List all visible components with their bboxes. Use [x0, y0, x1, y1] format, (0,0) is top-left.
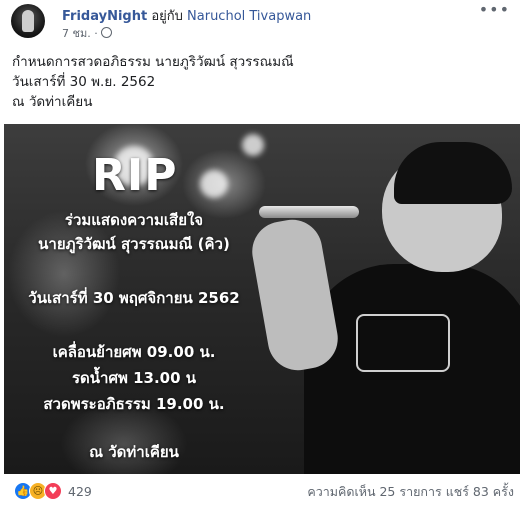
singer-hair	[394, 142, 512, 204]
event-line: รดน้ำศพ 13.00 น	[71, 369, 197, 387]
event-line: สวดพระอภิธรรม 19.00 น.	[43, 395, 225, 413]
reaction-summary[interactable]: 👍 ☹ ♥ 429	[14, 480, 92, 502]
shares-count-link[interactable]: แชร์ 83 ครั้ง	[446, 484, 514, 499]
tagged-person-link[interactable]: Naruchol Tivapwan	[187, 9, 311, 24]
reaction-count: 429	[68, 483, 92, 499]
engagement-stats: ความคิดเห็น 25 รายการ แชร์ 83 ครั้ง	[307, 482, 514, 502]
post-timestamp[interactable]: 7 ชม. ·	[62, 27, 98, 40]
love-icon: ♥	[44, 482, 62, 500]
condolence-line: ร่วมแสดงความเสียใจ	[64, 211, 204, 229]
post-meta: 7 ชม. ·	[62, 24, 112, 42]
post-text: กำหนดการสวดอภิธรรม นายภูริวัฒน์ สุวรรณมณ…	[12, 52, 294, 112]
with-text: อยู่กับ	[151, 9, 183, 24]
deceased-name: นายภูริวัฒน์ สุวรรณมณี (คิว)	[38, 235, 230, 253]
event-line: เคลื่อนย้ายศพ 09.00 น.	[52, 343, 216, 361]
post-text-line: วันเสาร์ที่ 30 พ.ย. 2562	[12, 74, 156, 90]
post-header: FridayNight อยู่กับ Naruchol Tivapwan 7 …	[8, 0, 516, 42]
memorial-place: ณ วัดท่าเคียน	[89, 443, 179, 461]
page-name-link[interactable]: FridayNight	[62, 9, 147, 24]
post-photo[interactable]: RIP ร่วมแสดงความเสียใจ นายภูริวัฒน์ สุวร…	[4, 124, 520, 474]
globe-icon	[100, 27, 112, 38]
memorial-date: วันเสาร์ที่ 30 พฤศจิกายน 2562	[28, 289, 240, 307]
comments-count-link[interactable]: ความคิดเห็น 25 รายการ	[307, 484, 441, 499]
avatar-image	[22, 10, 34, 32]
memorial-text-overlay: RIP ร่วมแสดงความเสียใจ นายภูริวัฒน์ สุวร…	[4, 124, 284, 474]
avatar[interactable]	[11, 4, 45, 38]
more-dots-icon[interactable]: •••	[479, 0, 510, 19]
post-text-line: ณ วัดท่าเคียน	[12, 94, 93, 110]
shirt-print	[356, 314, 450, 372]
post-author-line: FridayNight อยู่กับ Naruchol Tivapwan	[62, 5, 311, 26]
post-text-line: กำหนดการสวดอภิธรรม นายภูริวัฒน์ สุวรรณมณ…	[12, 54, 294, 70]
rip-title: RIP	[92, 150, 178, 201]
